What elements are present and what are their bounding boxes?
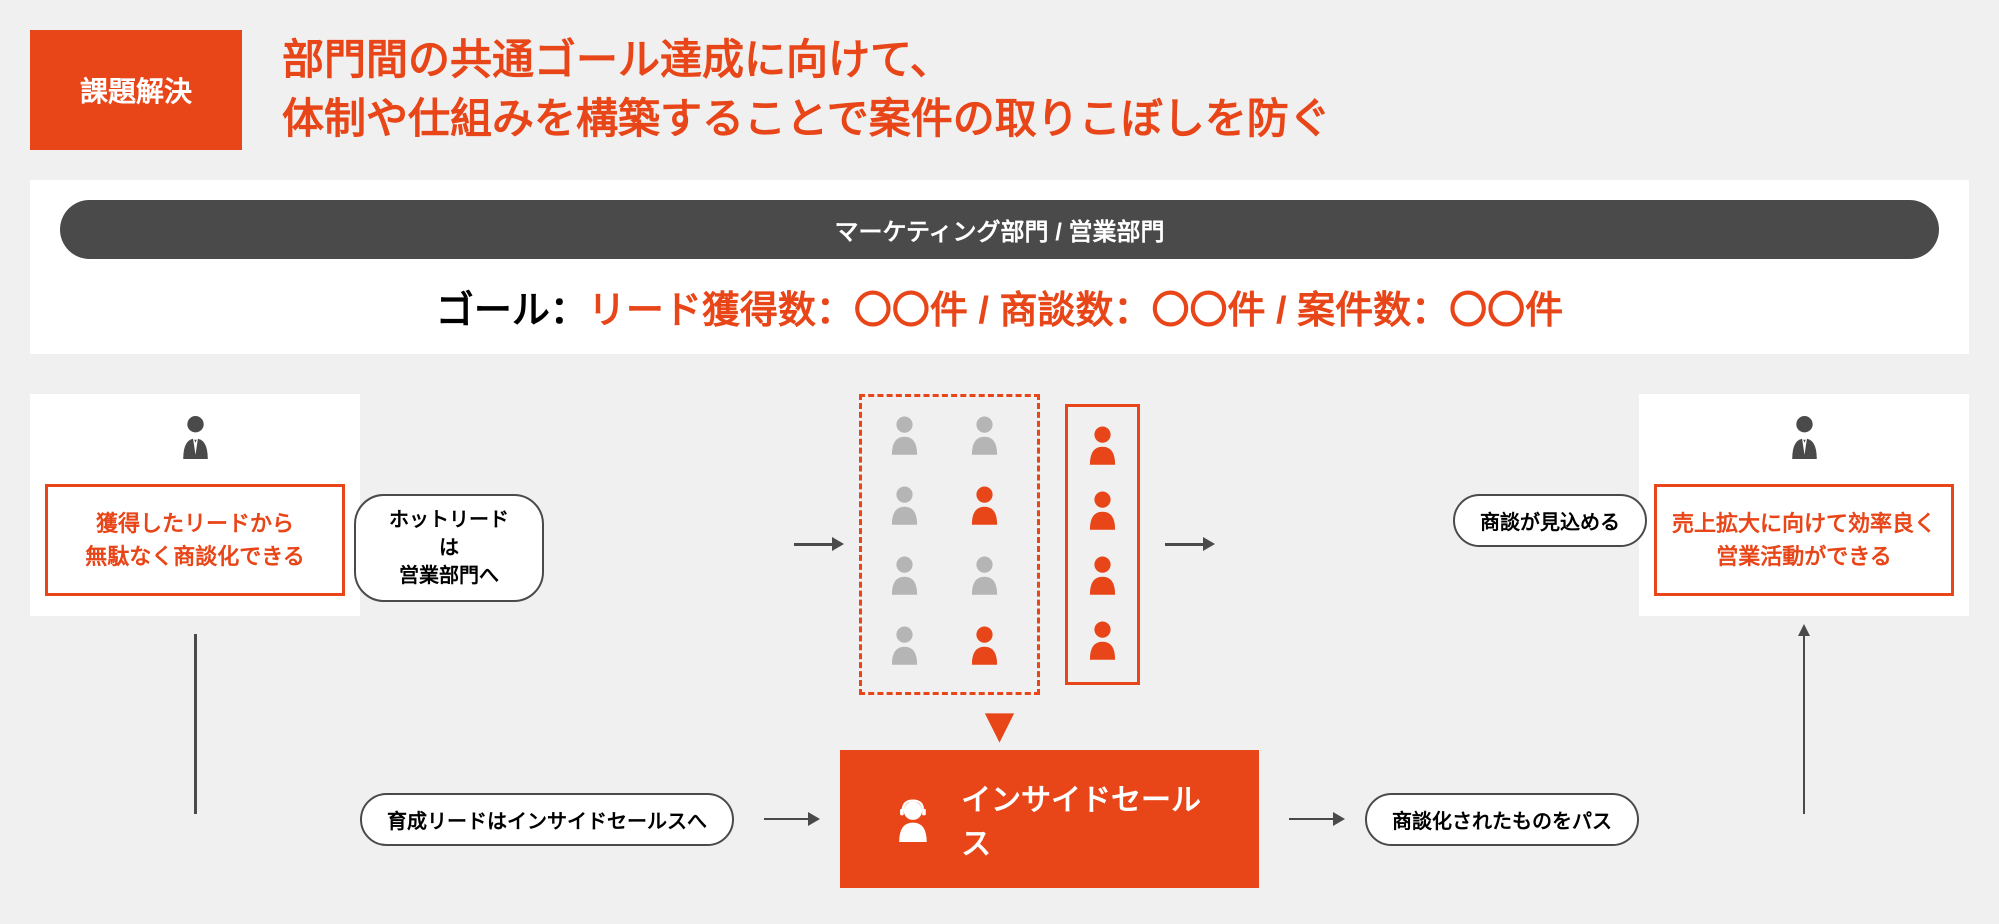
arrow-from-is <box>1289 818 1335 821</box>
headset-person-icon <box>890 794 936 844</box>
lead-person-icon <box>962 552 1017 607</box>
header: 課題解決 部門間の共通ゴール達成に向けて、 体制や仕組みを構築することで案件の取… <box>30 30 1969 150</box>
lead-person-icon <box>882 622 937 677</box>
goal-value: リード獲得数：〇〇件 / 商談数：〇〇件 / 案件数：〇〇件 <box>588 290 1563 332</box>
solution-badge: 課題解決 <box>30 30 242 150</box>
lead-person-icon <box>962 622 1017 677</box>
middle-area: ホットリードは 営業部門へ 商談が見込める ▼ 育成リードはインサイドセールスへ… <box>360 394 1639 888</box>
connector-line-right <box>1803 634 1806 814</box>
department-bar: マーケティング部門 / 営業部門 <box>60 200 1939 259</box>
lead-grid <box>859 394 1040 695</box>
marketing-goal-line1: 獲得したリードから <box>63 507 327 540</box>
leads-row: ホットリードは 営業部門へ 商談が見込める <box>794 394 1205 695</box>
page-title: 部門間の共通ゴール達成に向けて、 体制や仕組みを構築することで案件の取りこぼしを… <box>282 31 1331 149</box>
arrow-to-leads <box>794 543 834 546</box>
arrow-to-prospect <box>1165 543 1205 546</box>
persona-sales: 売上拡大に向けて効率良く 営業活動ができる <box>1639 394 1969 616</box>
goal-line: ゴール：リード獲得数：〇〇件 / 商談数：〇〇件 / 案件数：〇〇件 <box>60 279 1939 334</box>
pass-pill: 商談化されたものをパス <box>1365 793 1639 846</box>
prospect-pill: 商談が見込める <box>1453 494 1647 547</box>
hot-lead-column <box>1065 404 1140 685</box>
connector-line-left <box>194 634 197 814</box>
bottom-connectors: 育成リードはインサイドセールスへ インサイドセールス 商談化されたものをパス <box>360 750 1639 888</box>
hot-lead-person-icon <box>1080 422 1125 472</box>
sales-goal-line1: 売上拡大に向けて効率良く <box>1672 507 1936 540</box>
goal-prefix: ゴール： <box>436 290 588 332</box>
flow-diagram: 獲得したリードから 無駄なく商談化できる ホットリードは 営業部門へ 商談が見込… <box>30 374 1969 888</box>
lead-person-icon <box>882 482 937 537</box>
title-line-1: 部門間の共通ゴール達成に向けて、 <box>282 31 1331 90</box>
marketing-goal-line2: 無駄なく商談化できる <box>63 540 327 573</box>
nurture-pill: 育成リードはインサイドセールスへ <box>360 793 734 846</box>
lead-person-icon <box>962 412 1017 467</box>
businessman-icon <box>1782 414 1827 459</box>
hot-lead-person-icon <box>1080 552 1125 602</box>
hot-lead-person-icon <box>1080 487 1125 537</box>
hot-lead-pill: ホットリードは 営業部門へ <box>354 494 544 602</box>
hot-lead-pill-wrap: ホットリードは 営業部門へ <box>354 494 544 602</box>
lead-person-icon <box>882 552 937 607</box>
prospect-pill-wrap: 商談が見込める <box>1455 494 1645 547</box>
sales-goal-box: 売上拡大に向けて効率良く 営業活動ができる <box>1654 484 1954 596</box>
lead-person-icon <box>882 412 937 467</box>
marketing-goal-box: 獲得したリードから 無駄なく商談化できる <box>45 484 345 596</box>
inside-sales-box: インサイドセールス <box>840 750 1259 888</box>
lead-person-icon <box>962 482 1017 537</box>
arrow-down-icon: ▼ <box>975 700 1025 750</box>
inside-sales-label: インサイドセールス <box>961 775 1209 863</box>
goal-section: マーケティング部門 / 営業部門 ゴール：リード獲得数：〇〇件 / 商談数：〇〇… <box>30 180 1969 354</box>
title-line-2: 体制や仕組みを構築することで案件の取りこぼしを防ぐ <box>282 90 1331 149</box>
sales-goal-line2: 営業活動ができる <box>1672 540 1936 573</box>
persona-marketing: 獲得したリードから 無駄なく商談化できる <box>30 394 360 616</box>
businessman-icon <box>173 414 218 459</box>
arrow-to-is <box>764 818 810 821</box>
hot-lead-person-icon <box>1080 617 1125 667</box>
